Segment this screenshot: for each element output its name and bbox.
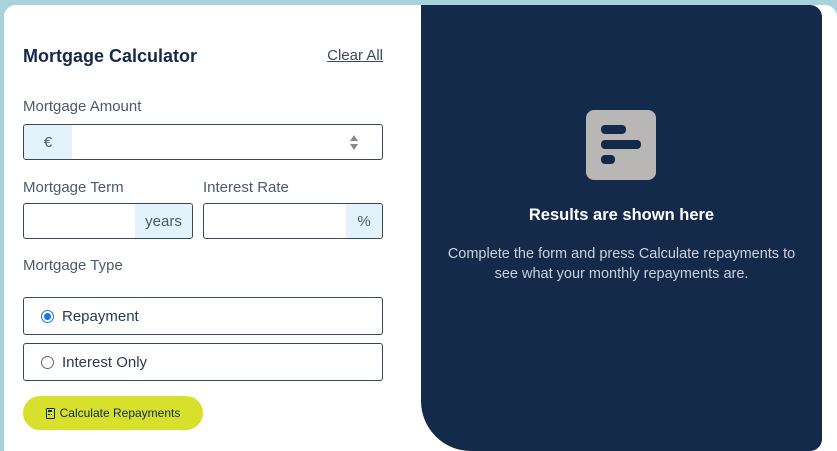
results-panel: Results are shown here Complete the form… bbox=[421, 5, 822, 451]
radio-button-interest-only[interactable] bbox=[41, 355, 54, 369]
radio-label-repayment: Repayment bbox=[62, 307, 139, 325]
page-title: Mortgage Calculator bbox=[23, 46, 198, 66]
form-panel: Mortgage Calculator Clear All Mortgage A… bbox=[4, 5, 421, 451]
radio-option-repayment[interactable]: Repayment bbox=[23, 297, 383, 335]
mortgage-type-label: Mortgage Type bbox=[23, 257, 123, 274]
interest-rate-field[interactable]: % bbox=[203, 203, 383, 239]
results-title: Results are shown here bbox=[528, 206, 715, 224]
results-empty-illustration-icon bbox=[586, 110, 656, 180]
interest-rate-label: Interest Rate bbox=[203, 179, 289, 196]
radio-label-interest-only: Interest Only bbox=[62, 353, 148, 371]
term-suffix: years bbox=[135, 204, 192, 238]
calculate-repayments-button[interactable]: Calculate Repayments bbox=[23, 396, 203, 430]
rate-suffix: % bbox=[346, 204, 382, 238]
clear-all-link[interactable]: Clear All bbox=[327, 47, 383, 64]
radio-button-repayment[interactable] bbox=[41, 309, 54, 323]
mortgage-amount-field[interactable]: € bbox=[23, 124, 383, 160]
mortgage-term-label: Mortgage Term bbox=[23, 179, 124, 196]
mortgage-amount-label: Mortgage Amount bbox=[23, 98, 142, 115]
calculate-button-label: Calculate Repayments bbox=[59, 406, 181, 420]
number-spinner-icon[interactable] bbox=[350, 135, 360, 151]
currency-prefix: € bbox=[24, 125, 72, 159]
calculator-icon bbox=[45, 407, 55, 419]
results-description: Complete the form and press Calculate re… bbox=[447, 246, 796, 282]
mortgage-term-field[interactable]: years bbox=[23, 203, 193, 239]
radio-option-interest-only[interactable]: Interest Only bbox=[23, 343, 383, 381]
mortgage-calculator-card: Mortgage Calculator Clear All Mortgage A… bbox=[4, 5, 837, 451]
